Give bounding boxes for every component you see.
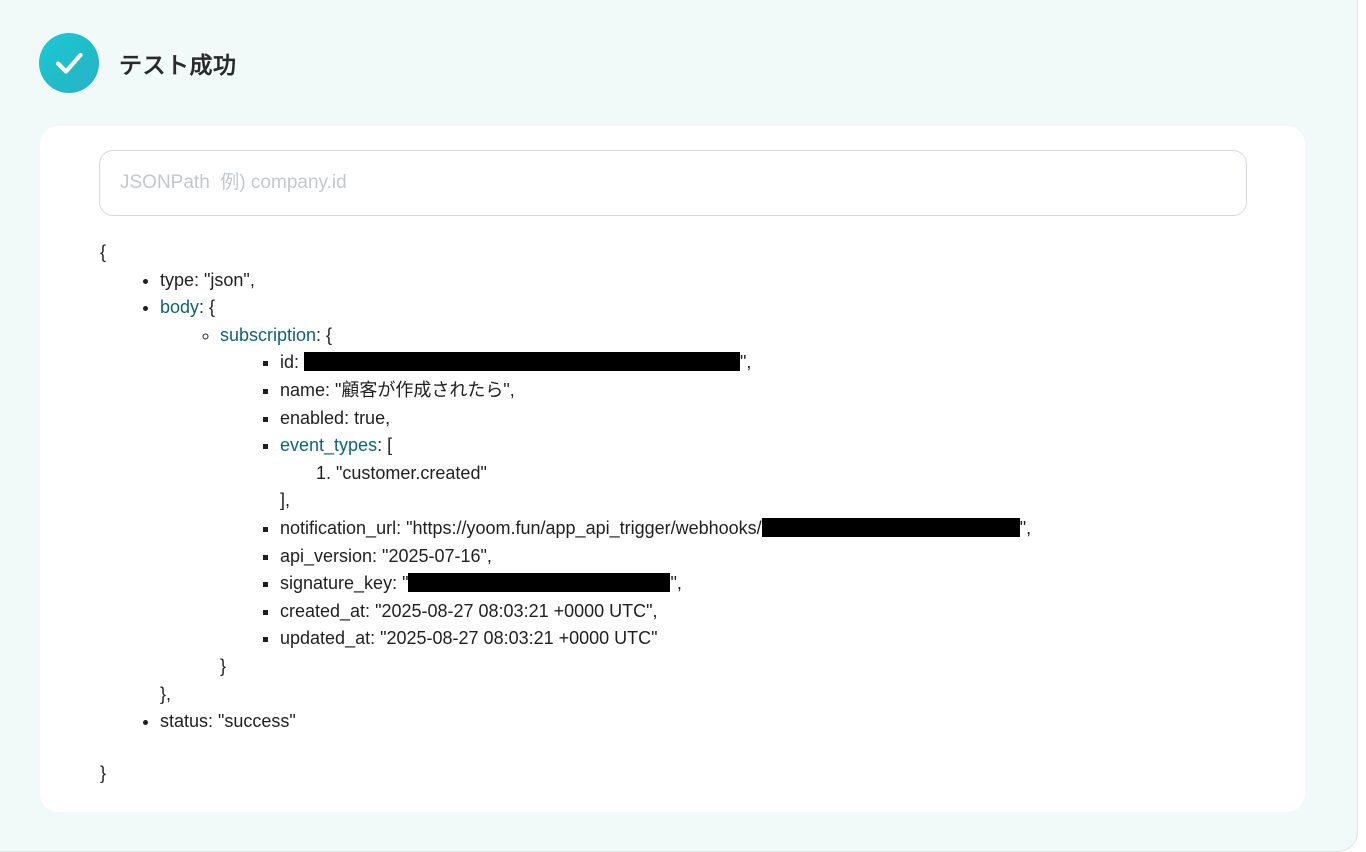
json-output-card: { type: "json", body: { subscription: { … <box>40 126 1305 812</box>
json-id-prefix: id: <box>280 352 305 373</box>
json-subscription-open: : { <box>316 324 333 345</box>
json-field-enabled: enabled: true, <box>280 405 1031 433</box>
json-field-event-types: event_types: [ "customer.created" ], <box>280 432 1031 515</box>
json-root-list: type: "json", body: { subscription: { id… <box>100 267 1031 736</box>
test-success-title: テスト成功 <box>119 52 237 78</box>
json-close-brace: } <box>100 762 107 783</box>
json-tree: { type: "json", body: { subscription: { … <box>100 239 1031 787</box>
json-notification-prefix: notification_url: "https://yoom.fun/app_… <box>280 517 762 538</box>
json-field-type: type: "json", <box>160 267 1031 295</box>
check-circle-icon <box>39 33 99 93</box>
json-event-types-open: : [ <box>377 435 393 456</box>
json-field-api-version: api_version: "2025-07-16", <box>280 543 1031 571</box>
json-field-name: name: "顧客が作成されたら", <box>280 377 1031 405</box>
json-body-open: : { <box>199 297 216 318</box>
json-body-list: subscription: { id: ", name: "顧客が作成されたら"… <box>160 322 1031 681</box>
redacted-webhook-token <box>761 517 1020 537</box>
json-signature-suffix: ", <box>670 573 682 594</box>
json-subscription-list: id: ", name: "顧客が作成されたら", enabled: true,… <box>220 349 1031 653</box>
json-spacer <box>100 736 1031 760</box>
json-field-created-at: created_at: "2025-08-27 08:03:21 +0000 U… <box>280 598 1031 626</box>
redacted-id-value <box>304 352 741 372</box>
checkmark-icon <box>55 52 83 74</box>
json-field-id: id: ", <box>280 349 1031 377</box>
redacted-signature-key <box>408 573 671 593</box>
json-field-updated-at: updated_at: "2025-08-27 08:03:21 +0000 U… <box>280 625 1031 653</box>
test-result-header: テスト成功 <box>39 33 237 93</box>
json-body-close: }, <box>160 683 172 704</box>
json-notification-suffix: ", <box>1019 517 1032 538</box>
json-open-brace: { <box>100 242 107 262</box>
json-event-types-list: "customer.created" <box>280 460 1031 488</box>
json-id-suffix: ", <box>740 352 752 373</box>
json-signature-prefix: signature_key: " <box>280 573 409 594</box>
json-field-subscription: subscription: { id: ", name: "顧客が作成されたら"… <box>220 322 1031 681</box>
json-key-body[interactable]: body <box>160 297 199 317</box>
json-event-type-item: "customer.created" <box>336 460 1031 488</box>
json-event-types-close: ], <box>280 490 291 511</box>
json-key-event-types[interactable]: event_types <box>280 435 377 455</box>
result-panel: テスト成功 { type: "json", body: { subscripti… <box>0 0 1358 852</box>
json-subscription-close: } <box>220 655 227 676</box>
json-field-status: status: "success" <box>160 708 1031 736</box>
json-key-subscription[interactable]: subscription <box>220 325 316 345</box>
json-field-notification-url: notification_url: "https://yoom.fun/app_… <box>280 515 1031 543</box>
json-field-body: body: { subscription: { id: ", name: "顧客… <box>160 294 1031 708</box>
json-field-signature-key: signature_key: " ", <box>280 570 1031 598</box>
jsonpath-search-input[interactable] <box>99 150 1247 216</box>
